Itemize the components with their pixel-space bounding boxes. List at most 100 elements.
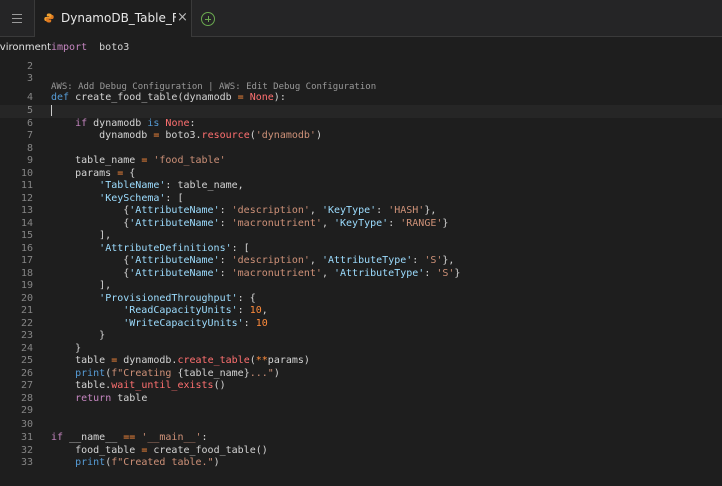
code-token: {table_name} (177, 367, 250, 379)
code-token: ], (51, 230, 112, 241)
code-text: } (51, 343, 81, 356)
code-token: params) (267, 355, 310, 366)
code-line[interactable]: 32 food_table = create_food_table() (0, 445, 722, 458)
code-token: } (51, 330, 106, 341)
code-line[interactable]: import boto3 (0, 42, 722, 55)
code-line[interactable]: 10 params = { (0, 168, 722, 181)
hamburger-icon (12, 14, 22, 23)
code-token: wait_until_exists (111, 380, 214, 391)
code-token: : (237, 305, 250, 316)
line-number: 3 (26, 73, 33, 84)
code-line[interactable]: 30 (0, 419, 722, 432)
code-token: 'KeyType' (334, 217, 389, 229)
code-line[interactable]: 2 (0, 61, 722, 74)
code-text: 'KeySchema': [ (51, 193, 183, 206)
code-token: table (51, 355, 112, 366)
code-line[interactable]: 18 {'AttributeName': 'macronutrient', 'A… (0, 268, 722, 281)
code-editor[interactable]: Environment AWS: Add Debug Configuration… (0, 37, 722, 486)
code-line[interactable]: 20 'ProvisionedThroughput': { (0, 293, 722, 306)
code-text: } (51, 330, 105, 343)
code-line[interactable]: 3 (0, 73, 722, 86)
code-line[interactable]: 13 {'AttributeName': 'description', 'Key… (0, 205, 722, 218)
code-line[interactable]: 7 dynamodb = boto3.resource('dynamodb') (0, 130, 722, 143)
code-token: if (75, 117, 88, 129)
line-number: 14 (20, 217, 33, 229)
code-text: ], (51, 280, 111, 293)
code-token: ) (273, 367, 280, 379)
code-line[interactable]: 15 ], (0, 230, 722, 243)
code-token: 'ProvisionedThroughput' (99, 292, 238, 304)
code-line[interactable]: 24 } (0, 343, 722, 356)
code-token: boto3. (159, 130, 202, 141)
line-number: 6 (26, 117, 33, 129)
code-line[interactable]: 12 'KeySchema': [ (0, 193, 722, 206)
code-line[interactable]: 11 'TableName': table_name, (0, 180, 722, 193)
code-token: 'description' (231, 255, 310, 266)
tab-close-icon[interactable]: × (177, 10, 188, 25)
code-token: __name__ (63, 432, 124, 443)
code-line[interactable]: 31 if __name__ == '__main__': (0, 432, 722, 445)
line-number: 28 (20, 392, 33, 404)
code-line[interactable]: 9 table_name = 'food_table' (0, 155, 722, 168)
code-token: } (51, 342, 82, 354)
code-token: , (261, 305, 268, 316)
code-token: table. (51, 380, 112, 391)
line-number: 30 (20, 419, 33, 430)
code-line[interactable]: 25 table = dynamodb.create_table(**param… (0, 355, 722, 368)
code-text: if dynamodb is None: (51, 117, 196, 131)
code-text: {'AttributeName': 'macronutrient', 'KeyT… (51, 218, 448, 231)
code-line[interactable]: 14 {'AttributeName': 'macronutrient', 'K… (0, 218, 722, 231)
code-token: 'AttributeName' (129, 255, 220, 266)
line-number: 33 (20, 457, 33, 468)
code-token: }, (424, 205, 437, 216)
text-cursor (51, 105, 52, 116)
code-line[interactable]: 5 (0, 105, 722, 118)
code-line[interactable]: 33 print(f"Created table.") (0, 457, 722, 470)
code-line[interactable]: 26 print(f"Creating {table_name}...") (0, 368, 722, 381)
code-line[interactable]: 29 (0, 405, 722, 418)
code-text: {'AttributeName': 'description', 'KeyTyp… (51, 205, 436, 218)
line-number: 4 (26, 92, 33, 103)
code-text: 'WriteCapacityUnits': 10 (51, 318, 268, 331)
code-token: ** (255, 355, 268, 366)
code-token: { (51, 205, 130, 216)
code-token: 'TableName' (99, 180, 166, 191)
code-token: : (243, 317, 256, 329)
code-token: boto3 (87, 42, 130, 53)
code-line[interactable]: 28 return table (0, 393, 722, 406)
code-line[interactable]: 6 if dynamodb is None: (0, 118, 722, 131)
line-number: 29 (20, 405, 33, 416)
code-token: , (321, 267, 334, 279)
code-token: : (189, 117, 196, 129)
code-line[interactable]: 16 'AttributeDefinitions': [ (0, 243, 722, 256)
code-token: 'AttributeType' (321, 255, 413, 266)
code-text: import boto3 (51, 42, 129, 55)
code-text: 'ReadCapacityUnits': 10, (51, 305, 268, 318)
tab-dynamodb-table[interactable]: DynamoDB_Table_Fu × (35, 0, 192, 37)
code-token: 'macronutrient' (231, 267, 322, 279)
code-token: 'AttributeName' (129, 205, 220, 216)
line-number: 13 (20, 205, 33, 216)
code-token: : table_name, (165, 180, 244, 191)
code-line[interactable]: 21 'ReadCapacityUnits': 10, (0, 305, 722, 318)
code-token: ) (213, 457, 220, 468)
code-line[interactable]: 27 table.wait_until_exists() (0, 380, 722, 393)
code-token: : (219, 205, 232, 216)
new-tab-plus-icon[interactable] (201, 12, 215, 26)
code-line[interactable]: 8 (0, 143, 722, 156)
hamburger-menu-button[interactable] (0, 0, 35, 37)
code-line[interactable]: 23 } (0, 330, 722, 343)
code-line[interactable]: 17 {'AttributeName': 'description', 'Att… (0, 255, 722, 268)
code-line[interactable]: 4 def create_food_table(dynamodb = None): (0, 92, 722, 105)
code-token: dynamodb (51, 130, 154, 141)
code-line[interactable]: 19 ], (0, 280, 722, 293)
code-line[interactable]: 22 'WriteCapacityUnits': 10 (0, 318, 722, 331)
code-token: 'AttributeName' (129, 267, 220, 279)
